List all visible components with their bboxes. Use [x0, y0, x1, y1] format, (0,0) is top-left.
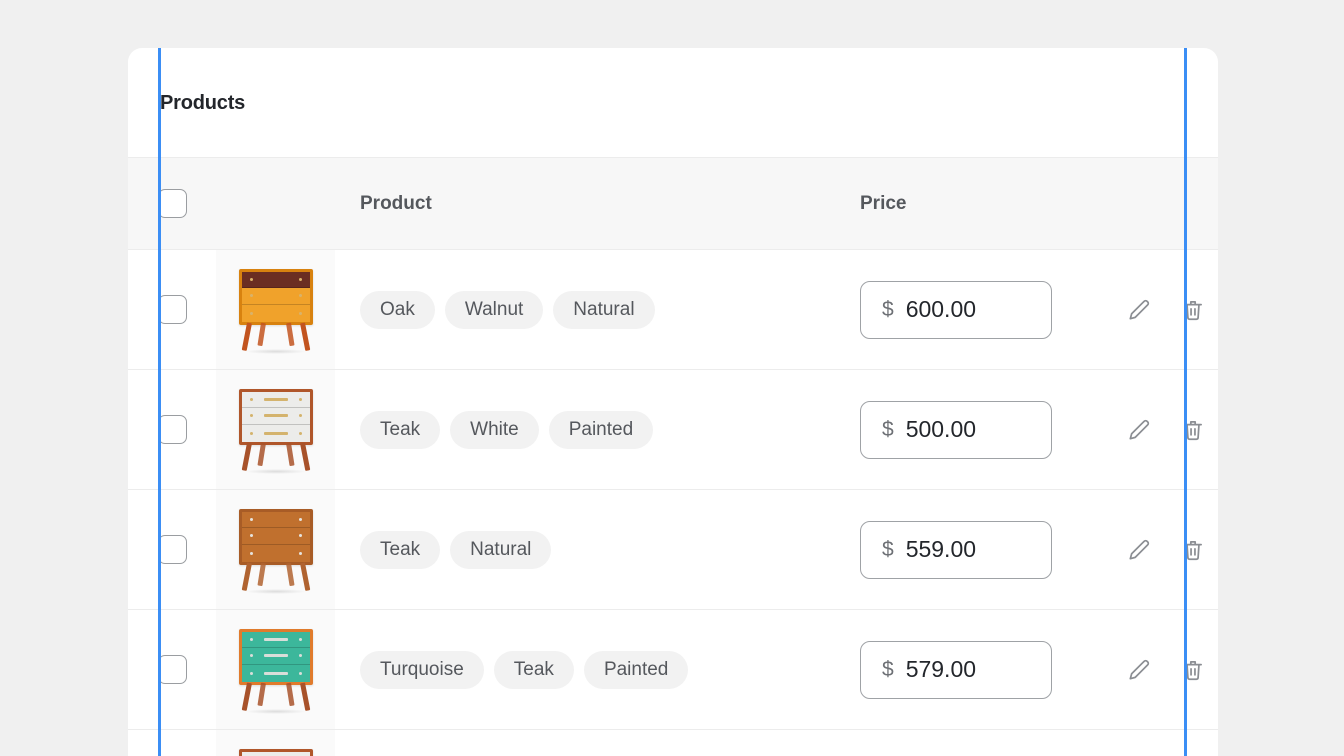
column-header-price: Price [860, 192, 907, 214]
page-title: Products [160, 92, 246, 114]
tag-pill[interactable]: Painted [548, 410, 654, 449]
products-card: Products Product Price Oak Walnut Natura… [128, 48, 1218, 756]
product-thumbnail-cell [216, 490, 335, 609]
row-actions-cell [1092, 730, 1218, 756]
row-select-cell[interactable] [128, 490, 216, 609]
row-actions-cell [1092, 610, 1218, 729]
currency-symbol: $ [882, 657, 894, 681]
price-input[interactable]: $ 600.00 [860, 280, 1052, 339]
dresser-icon [238, 267, 313, 354]
tag-pill[interactable]: Walnut [444, 290, 544, 329]
row-checkbox[interactable] [157, 535, 187, 564]
select-all-cell[interactable] [128, 189, 216, 218]
table-row[interactable]: Teak White Painted $ 500.00 [128, 370, 1218, 490]
row-select-cell[interactable] [128, 730, 216, 756]
tag-pill[interactable]: Oak [360, 290, 435, 329]
product-thumbnail-cell [216, 610, 335, 729]
product-price-cell: $ [824, 730, 1092, 756]
dresser-icon [238, 747, 313, 756]
table-header-row: Product Price [128, 157, 1218, 250]
product-price-cell: $ 579.00 [824, 610, 1092, 729]
tag-pill[interactable]: Natural [450, 530, 552, 569]
row-actions-cell [1092, 250, 1218, 369]
products-table: Product Price Oak Walnut Natural $ 600.0… [128, 157, 1218, 756]
currency-symbol: $ [882, 537, 894, 561]
price-value: 559.00 [905, 536, 977, 562]
product-price-cell: $ 559.00 [824, 490, 1092, 609]
screen: Products Product Price Oak Walnut Natura… [0, 0, 1344, 756]
tag-pill[interactable]: Teak [360, 410, 441, 449]
row-actions-cell [1092, 490, 1218, 609]
product-thumbnail-cell [216, 730, 335, 756]
table-row[interactable]: Teak Natural $ 559.00 [128, 490, 1218, 610]
currency-symbol: $ [882, 297, 894, 321]
left-guide-line [158, 48, 161, 756]
table-row[interactable]: Turquoise Teak Painted $ 579.00 [128, 610, 1218, 730]
product-price-cell: $ 500.00 [824, 370, 1092, 489]
tag-pill[interactable]: Teak [493, 650, 574, 689]
tag-pill[interactable]: Painted [583, 650, 689, 689]
row-checkbox[interactable] [157, 415, 187, 444]
price-input[interactable]: $ 559.00 [860, 520, 1052, 579]
price-value: 579.00 [905, 656, 977, 682]
table-row[interactable]: Oak Walnut Natural $ 600.00 [128, 250, 1218, 370]
row-select-cell[interactable] [128, 250, 216, 369]
right-guide-line [1184, 48, 1187, 756]
product-price-cell: $ 600.00 [824, 250, 1092, 369]
product-thumbnail-cell [216, 250, 335, 369]
row-select-cell[interactable] [128, 370, 216, 489]
row-checkbox[interactable] [157, 655, 187, 684]
select-all-checkbox[interactable] [157, 189, 187, 218]
dresser-icon [238, 387, 313, 474]
product-tags-cell [335, 730, 824, 756]
tag-pill[interactable]: Natural [553, 290, 655, 329]
pencil-icon[interactable] [1126, 657, 1152, 683]
tag-pill[interactable]: Turquoise [360, 650, 484, 689]
column-header-product: Product [360, 192, 432, 214]
row-select-cell[interactable] [128, 610, 216, 729]
price-value: 600.00 [905, 296, 977, 322]
pencil-icon[interactable] [1126, 417, 1152, 443]
tag-pill[interactable]: Teak [360, 530, 441, 569]
row-actions-cell [1092, 370, 1218, 489]
price-input[interactable]: $ 500.00 [860, 400, 1052, 459]
product-tags-cell: Teak White Painted [335, 370, 824, 489]
product-tags-cell: Oak Walnut Natural [335, 250, 824, 369]
product-header-cell: Product [335, 193, 824, 215]
price-input[interactable]: $ 579.00 [860, 640, 1052, 699]
price-header-cell: Price [824, 193, 1092, 215]
pencil-icon[interactable] [1126, 297, 1152, 323]
currency-symbol: $ [882, 417, 894, 441]
row-checkbox[interactable] [157, 295, 187, 324]
dresser-icon [238, 627, 313, 714]
tag-pill[interactable]: White [450, 410, 539, 449]
product-tags-cell: Teak Natural [335, 490, 824, 609]
price-value: 500.00 [905, 416, 977, 442]
table-row[interactable]: $ [128, 730, 1218, 756]
product-thumbnail-cell [216, 370, 335, 489]
dresser-icon [238, 507, 313, 594]
pencil-icon[interactable] [1126, 537, 1152, 563]
product-tags-cell: Turquoise Teak Painted [335, 610, 824, 729]
